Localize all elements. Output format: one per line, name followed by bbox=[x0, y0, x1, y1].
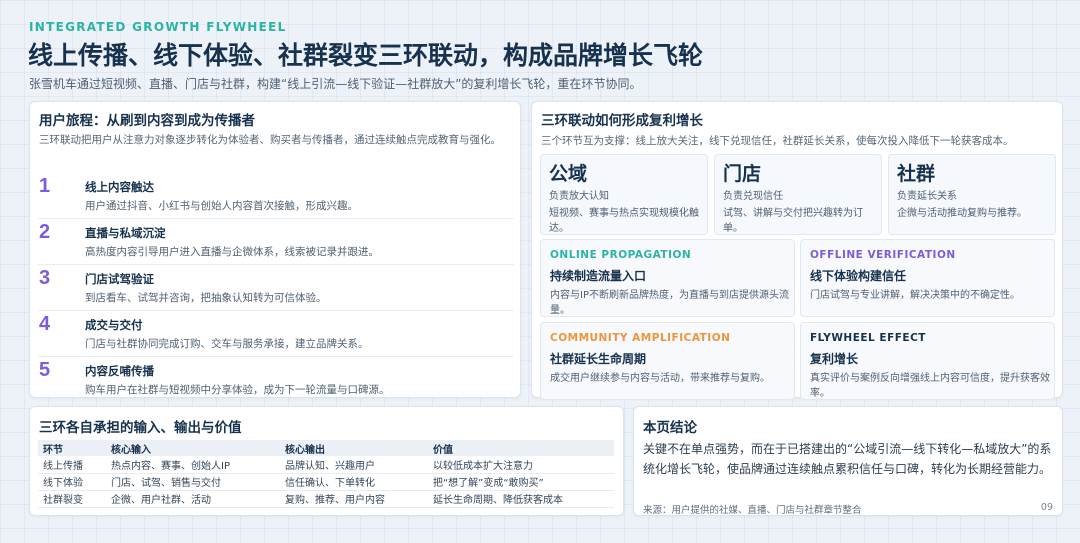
step-title: 线上内容触达 bbox=[85, 180, 154, 194]
journey-steps: 1 线上内容触达 用户通过抖音、小红书与创始人内容首次接触，形成兴趣。 2 直播… bbox=[38, 173, 514, 403]
flow-title: 线下体验构建信任 bbox=[810, 269, 907, 283]
table-header-cell: 核心输入 bbox=[106, 440, 280, 456]
table-row: 社群裂变 企微、用户社群、活动 复购、推荐、用户内容 延长生命周期、降低获客成本 bbox=[38, 490, 614, 508]
table-row: 线下体验 门店、试驾、销售与交付 信任确认、下单转化 把“想了解”变成“敢购买” bbox=[38, 473, 614, 491]
flow-card-offline: OFFLINE VERIFICATION 线下体验构建信任 门店试驾与专业讲解，… bbox=[800, 239, 1055, 317]
step-title: 直播与私域沉淀 bbox=[85, 226, 166, 240]
table-cell: 品牌认知、兴趣用户 bbox=[280, 456, 428, 474]
step-number: 2 bbox=[39, 221, 51, 243]
table-cell: 线下体验 bbox=[38, 473, 106, 491]
table-cell: 线上传播 bbox=[38, 456, 106, 474]
table-cell: 把“想了解”变成“敢购买” bbox=[428, 473, 614, 491]
user-journey-panel: 用户旅程：从刷到内容到成为传播者 三环联动把用户从注意力对象逐步转化为体验者、购… bbox=[29, 101, 521, 398]
ring-desc: 短视频、赛事与热点实现规模化触达。 bbox=[549, 208, 699, 234]
table-header-cell: 核心输出 bbox=[280, 440, 428, 456]
flow-card-online: ONLINE PROPAGATION 持续制造流量入口 内容与IP不断刷新品牌热… bbox=[540, 239, 795, 317]
table-cell: 延长生命周期、降低获客成本 bbox=[428, 490, 614, 508]
flow-tag: ONLINE PROPAGATION bbox=[550, 249, 692, 261]
step-number: 5 bbox=[39, 359, 51, 381]
journey-step: 5 内容反哺传播 购车用户在社群与短视频中分享体验，成为下一轮流量与口碑源。 bbox=[38, 357, 514, 403]
step-number: 3 bbox=[39, 267, 51, 289]
table-cell: 信任确认、下单转化 bbox=[280, 473, 428, 491]
flow-card-flywheel: FLYWHEEL EFFECT 复利增长 真实评价与案例反向增强线上内容可信度，… bbox=[800, 322, 1055, 400]
journey-title: 用户旅程：从刷到内容到成为传播者 bbox=[39, 113, 255, 129]
journey-step: 3 门店试驾验证 到店看车、试驾并咨询，把抽象认知转为可信体验。 bbox=[38, 265, 514, 311]
ring-desc: 试驾、讲解与交付把兴趣转为订单。 bbox=[723, 208, 863, 234]
flow-tag: COMMUNITY AMPLIFICATION bbox=[550, 332, 731, 344]
ring-name: 门店 bbox=[723, 163, 762, 185]
io-title: 三环各自承担的输入、输出与价值 bbox=[39, 420, 242, 436]
table-cell: 社群裂变 bbox=[38, 490, 106, 508]
eyebrow-label: INTEGRATED GROWTH FLYWHEEL bbox=[29, 20, 287, 34]
table-header-row: 环节 核心输入 核心输出 价值 bbox=[38, 440, 614, 456]
step-title: 门店试驾验证 bbox=[85, 272, 154, 286]
flow-desc: 门店试驾与专业讲解，解决决策中的不确定性。 bbox=[810, 290, 1020, 301]
step-desc: 门店与社群协同完成订购、交车与服务承接，建立品牌关系。 bbox=[85, 338, 369, 350]
flow-tag: FLYWHEEL EFFECT bbox=[810, 332, 926, 344]
table-cell: 门店、试驾、销售与交付 bbox=[106, 473, 280, 491]
step-title: 成交与交付 bbox=[85, 318, 143, 332]
step-number: 4 bbox=[39, 313, 51, 335]
page-number: 09 bbox=[1040, 502, 1053, 513]
flow-tag: OFFLINE VERIFICATION bbox=[810, 249, 956, 261]
ring-card-public: 公域 负责放大认知 短视频、赛事与热点实现规模化触达。 bbox=[540, 154, 708, 235]
table-row: 线上传播 热点内容、赛事、创始人IP 品牌认知、兴趣用户 以较低成本扩大注意力 bbox=[38, 456, 614, 474]
flow-desc: 真实评价与案例反向增强线上内容可信度，提升获客效率。 bbox=[810, 373, 1050, 399]
table-cell: 热点内容、赛事、创始人IP bbox=[106, 456, 280, 474]
flow-desc: 成交用户继续参与内容与活动，带来推荐与复购。 bbox=[550, 373, 770, 384]
journey-step: 2 直播与私域沉淀 高热度内容引导用户进入直播与企微体系，线索被记录并跟进。 bbox=[38, 219, 514, 265]
step-number: 1 bbox=[39, 175, 51, 197]
ring-card-store: 门店 负责兑现信任 试驾、讲解与交付把兴趣转为订单。 bbox=[714, 154, 882, 235]
table-cell: 以较低成本扩大注意力 bbox=[428, 456, 614, 474]
step-desc: 用户通过抖音、小红书与创始人内容首次接触，形成兴趣。 bbox=[85, 200, 358, 212]
three-rings-panel: 三环联动如何形成复利增长 三个环节互为支撑：线上放大关注，线下兑现信任，社群延长… bbox=[531, 101, 1063, 400]
flow-title: 持续制造流量入口 bbox=[550, 269, 647, 283]
table-cell: 复购、推荐、用户内容 bbox=[280, 490, 428, 508]
ring-role: 负责延长关系 bbox=[897, 191, 957, 202]
step-desc: 购车用户在社群与短视频中分享体验，成为下一轮流量与口碑源。 bbox=[85, 384, 390, 396]
page-title: 线上传播、线下体验、社群裂变三环联动，构成品牌增长飞轮 bbox=[28, 41, 704, 70]
ring-desc: 企微与活动推动复购与推荐。 bbox=[897, 208, 1027, 219]
journey-desc: 三环联动把用户从注意力对象逐步转化为体验者、购买者与传播者，通过连续触点完成教育… bbox=[39, 134, 501, 146]
step-title: 内容反哺传播 bbox=[85, 364, 154, 378]
step-desc: 到店看车、试驾并咨询，把抽象认知转为可信体验。 bbox=[85, 292, 327, 304]
rings-title: 三环联动如何形成复利增长 bbox=[541, 113, 703, 129]
flow-card-community: COMMUNITY AMPLIFICATION 社群延长生命周期 成交用户继续参… bbox=[540, 322, 795, 400]
table-cell: 企微、用户社群、活动 bbox=[106, 490, 280, 508]
flow-title: 复利增长 bbox=[810, 352, 859, 366]
step-desc: 高热度内容引导用户进入直播与企微体系，线索被记录并跟进。 bbox=[85, 246, 379, 258]
conclusion-title: 本页结论 bbox=[643, 420, 697, 436]
ring-role: 负责兑现信任 bbox=[723, 191, 783, 202]
table-header-cell: 价值 bbox=[428, 440, 614, 456]
ring-role: 负责放大认知 bbox=[549, 191, 609, 202]
flow-desc: 内容与IP不断刷新品牌热度，为直播与到店提供源头流量。 bbox=[550, 290, 789, 316]
table-header-cell: 环节 bbox=[38, 440, 106, 456]
source-note: 来源：用户提供的社媒、直播、门店与社群章节整合 bbox=[643, 505, 862, 516]
flow-title: 社群延长生命周期 bbox=[550, 352, 647, 366]
conclusion-panel: 本页结论 关键不在单点强势，而在于已搭建出的“公域引流—线下转化—私域放大”的系… bbox=[633, 406, 1063, 516]
journey-step: 4 成交与交付 门店与社群协同完成订购、交车与服务承接，建立品牌关系。 bbox=[38, 311, 514, 357]
io-table-panel: 三环各自承担的输入、输出与价值 环节 核心输入 核心输出 价值 线上传播 热点内… bbox=[29, 406, 624, 516]
ring-name: 社群 bbox=[897, 163, 936, 185]
journey-step: 1 线上内容触达 用户通过抖音、小红书与创始人内容首次接触，形成兴趣。 bbox=[38, 173, 514, 219]
ring-card-community: 社群 负责延长关系 企微与活动推动复购与推荐。 bbox=[888, 154, 1056, 235]
page-subtitle: 张雪机车通过短视频、直播、门店与社群，构建“线上引流—线下验证—社群放大”的复利… bbox=[29, 77, 642, 91]
rings-desc: 三个环节互为支撑：线上放大关注，线下兑现信任，社群延长关系，使每次投入降低下一轮… bbox=[541, 135, 1014, 147]
conclusion-text: 关键不在单点强势，而在于已搭建出的“公域引流—线下转化—私域放大”的系统化增长飞… bbox=[643, 442, 1052, 476]
io-table: 环节 核心输入 核心输出 价值 线上传播 热点内容、赛事、创始人IP 品牌认知、… bbox=[38, 440, 614, 508]
ring-name: 公域 bbox=[549, 163, 588, 185]
